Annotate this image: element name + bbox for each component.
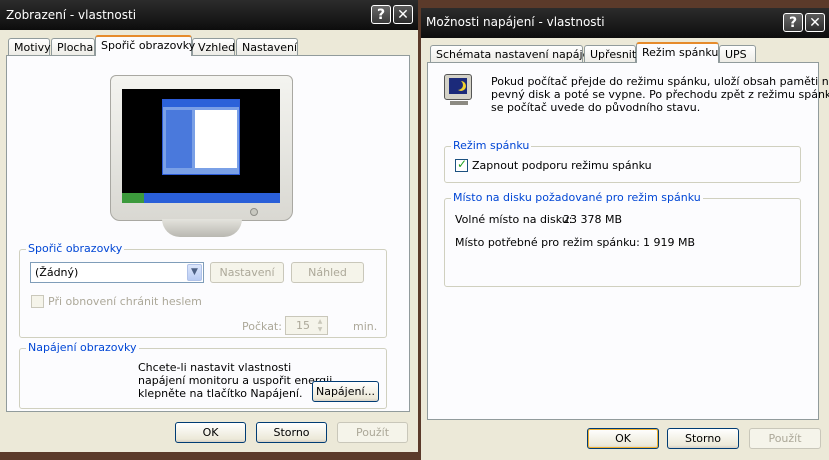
tab-nastaveni[interactable]: Nastavení <box>236 38 298 56</box>
disk-space-group: Místo na disku požadované pro režim spán… <box>444 191 801 287</box>
intro-line3: se počítač uvede do původního stavu. <box>491 101 701 114</box>
chevron-down-icon[interactable]: ▼ <box>187 264 202 281</box>
enable-hibernate-label: Zapnout podporu režimu spánku <box>472 159 652 172</box>
stepper-down-icon[interactable]: ▼ <box>314 326 326 334</box>
stepper-up-icon[interactable]: ▲ <box>314 318 326 326</box>
display-tab-panel: Spořič obrazovky (Žádný) ▼ Nastavení Náh… <box>6 55 410 412</box>
free-space-value: 23 378 MB <box>563 213 623 226</box>
wait-minutes-value: 15 <box>296 319 310 332</box>
tab-plocha[interactable]: Plocha <box>51 38 95 56</box>
display-cancel-button[interactable]: Storno <box>256 422 327 443</box>
power-button[interactable]: Napájení... <box>312 381 379 402</box>
screensaver-group-label: Spořič obrazovky <box>26 242 125 255</box>
monitor-power-led <box>250 208 258 216</box>
display-ok-button[interactable]: OK <box>175 422 246 443</box>
monitor-stand <box>162 219 242 237</box>
minutes-label: min. <box>353 320 378 333</box>
required-space-value: 1 919 MB <box>643 236 696 249</box>
screensaver-settings-button[interactable]: Nastavení <box>210 262 284 283</box>
checkmark-icon: ✓ <box>457 157 468 171</box>
power-description-line1: Chcete-li nastavit vlastnosti <box>138 361 292 374</box>
protect-password-label: Při obnovení chránit heslem <box>48 295 202 308</box>
power-cancel-button[interactable]: Storno <box>667 428 739 449</box>
display-properties-window: Zobrazení - vlastnosti ? ✕ Motivy Plocha… <box>0 0 418 452</box>
tab-ups[interactable]: UPS <box>719 45 756 63</box>
close-icon[interactable]: ✕ <box>805 13 825 32</box>
screensaver-preview-button[interactable]: Náhled <box>291 262 364 283</box>
enable-hibernate-checkbox[interactable]: ✓ <box>455 157 468 172</box>
close-icon[interactable]: ✕ <box>393 5 413 24</box>
wait-label: Počkat: <box>242 320 282 333</box>
intro-line2: pevný disk a poté se vypne. Po přechodu … <box>491 88 829 101</box>
screensaver-selected-value: (Žádný) <box>35 266 79 279</box>
monitor-preview <box>110 75 293 241</box>
free-space-label: Volné místo na disku: <box>455 213 573 226</box>
hibernate-group: Režim spánku ✓ Zapnout podporu režimu sp… <box>444 139 801 183</box>
preview-desktop-window <box>162 99 240 175</box>
monitor-screen <box>122 89 280 203</box>
hibernate-group-label: Režim spánku <box>451 139 532 152</box>
tab-schemata-napajeni[interactable]: Schémata nastavení napájení <box>430 45 599 63</box>
display-window-title: Zobrazení - vlastnosti <box>6 8 137 22</box>
power-window-title: Možnosti napájení - vlastnosti <box>426 15 605 29</box>
display-titlebar[interactable]: Zobrazení - vlastnosti ? ✕ <box>0 0 418 30</box>
power-titlebar[interactable]: Možnosti napájení - vlastnosti ? ✕ <box>421 8 829 38</box>
hibernate-computer-icon <box>444 74 476 106</box>
intro-line1: Pokud počítač přejde do režimu spánku, u… <box>491 75 829 88</box>
power-ok-button[interactable]: OK <box>587 428 659 449</box>
power-tab-panel: Pokud počítač přejde do režimu spánku, u… <box>427 62 829 420</box>
wait-minutes-stepper[interactable]: 15 ▲ ▼ <box>285 316 328 335</box>
protect-password-checkbox[interactable] <box>31 295 44 308</box>
tab-vzhled[interactable]: Vzhled <box>192 38 235 56</box>
power-description-line3: klepněte na tlačítko Napájení. <box>138 387 303 400</box>
power-options-window: Možnosti napájení - vlastnosti ? ✕ Schém… <box>421 8 829 460</box>
disk-space-group-label: Místo na disku požadované pro režim spán… <box>451 191 703 204</box>
power-description-line2: napájení monitoru a uspořit energii, <box>138 374 336 387</box>
tab-upresnit[interactable]: Upřesnit <box>584 45 636 63</box>
tab-sporic-obrazovky[interactable]: Spořič obrazovky <box>95 35 195 56</box>
help-icon[interactable]: ? <box>371 5 391 24</box>
display-apply-button[interactable]: Použít <box>337 422 408 443</box>
required-space-label: Místo potřebné pro režim spánku: <box>455 236 640 249</box>
screensaver-select[interactable]: (Žádný) ▼ <box>30 262 204 283</box>
tab-rezim-spanku[interactable]: Režim spánku <box>636 42 719 63</box>
monitor-power-group-label: Napájení obrazovky <box>26 341 139 354</box>
help-icon[interactable]: ? <box>783 13 803 32</box>
preview-taskbar <box>122 193 280 203</box>
monitor-power-group: Napájení obrazovky Chcete-li nastavit vl… <box>19 341 387 409</box>
screensaver-group: Spořič obrazovky (Žádný) ▼ Nastavení Náh… <box>19 242 387 338</box>
power-apply-button[interactable]: Použít <box>749 428 821 449</box>
tab-motivy[interactable]: Motivy <box>8 38 51 56</box>
